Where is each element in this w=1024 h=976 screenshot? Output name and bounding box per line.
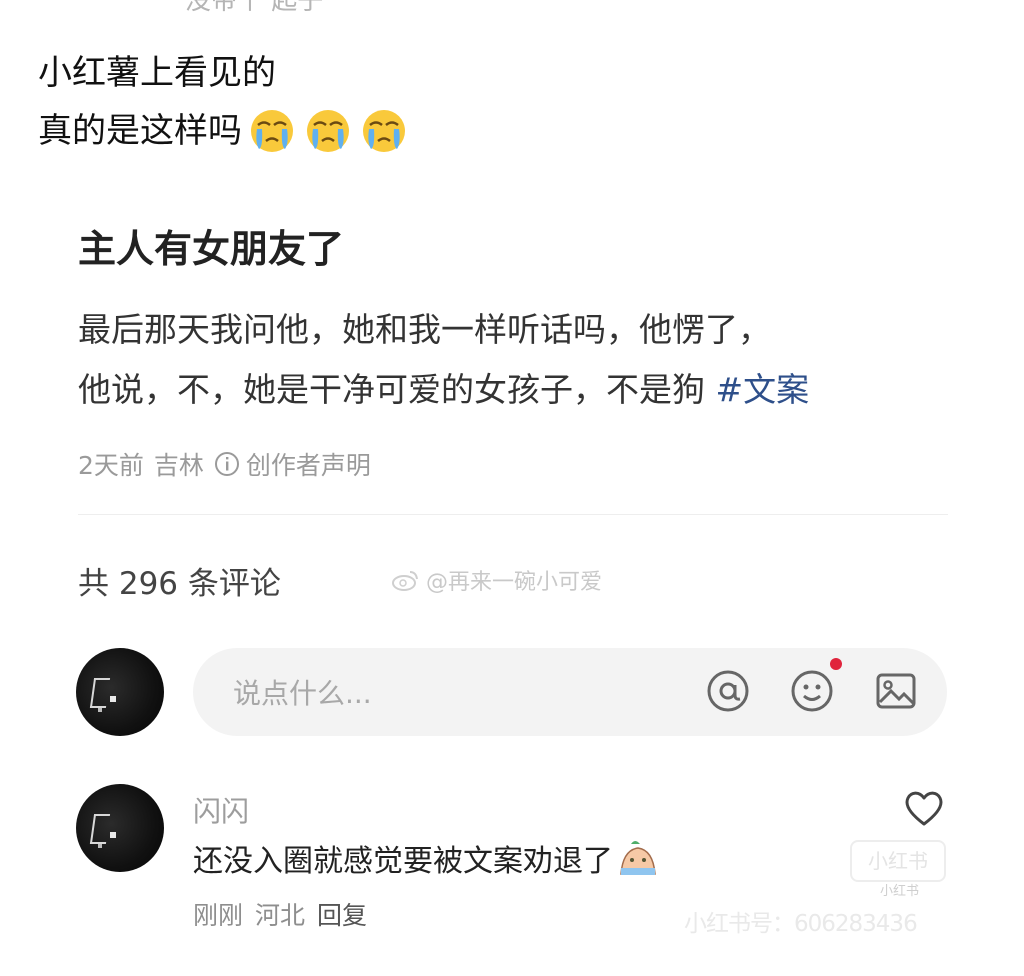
xiaohongshu-logo-watermark: 小红书: [850, 840, 946, 882]
crying-face-icon: [251, 110, 293, 152]
comment-input[interactable]: 说点什么...: [193, 648, 947, 736]
crying-face-icon: [307, 110, 349, 152]
like-heart-icon[interactable]: [902, 788, 946, 828]
comment-location: 河北: [255, 901, 306, 930]
info-icon: [214, 452, 239, 476]
crying-face-icon: [363, 110, 405, 152]
image-icon[interactable]: [873, 668, 919, 714]
note-meta: 2天前 吉林 创作者声明: [78, 446, 371, 482]
note-body: 最后那天我问他，她和我一样听话吗，他愣了， 他说，不，她是干净可爱的女孩子，不是…: [78, 300, 809, 420]
note-body-line-2: 他说，不，她是干净可爱的女孩子，不是狗 #文案: [78, 370, 810, 409]
comment-text: 还没入圈就感觉要被文案劝退了: [193, 836, 659, 880]
note-body-line-1: 最后那天我问他，她和我一样听话吗，他愣了，: [78, 310, 771, 349]
reply-button[interactable]: 回复: [317, 896, 367, 932]
creator-declaration-label: 创作者声明: [245, 451, 371, 480]
comment-time: 刚刚: [193, 901, 244, 930]
note-location: 吉林: [153, 451, 204, 480]
emoji-icon[interactable]: [789, 668, 835, 714]
comment-count: 共 296 条评论: [78, 566, 281, 602]
hashtag-link[interactable]: #文案: [716, 370, 810, 409]
weibo-watermark: @再来一碗小可爱: [392, 564, 602, 596]
commenter-username[interactable]: 闪闪: [193, 790, 249, 830]
caption-line-2: 真的是这样吗: [38, 111, 242, 151]
divider: [78, 514, 948, 515]
commenter-avatar[interactable]: [76, 784, 164, 872]
xiaohongshu-id-watermark: 小红书号：606283436: [684, 911, 918, 937]
comment-input-placeholder: 说点什么...: [233, 677, 372, 710]
crying-face-icon: [620, 841, 656, 875]
weibo-icon: [392, 571, 418, 591]
notification-dot: [830, 658, 842, 670]
cropped-header-text: 没带个 起子: [185, 0, 324, 16]
comment-meta: 刚刚 河北 回复: [193, 896, 367, 932]
xiaohongshu-small-watermark: 小红书: [880, 884, 920, 899]
note-time: 2天前: [78, 451, 144, 480]
mention-icon[interactable]: [705, 668, 751, 714]
caption-line-1: 小红薯上看见的: [38, 53, 276, 93]
current-user-avatar[interactable]: [76, 648, 164, 736]
post-caption: 小红薯上看见的 真的是这样吗: [38, 44, 408, 160]
weibo-watermark-text: @再来一碗小可爱: [426, 570, 603, 595]
creator-declaration[interactable]: 创作者声明: [214, 446, 371, 482]
note-title: 主人有女朋友了: [78, 227, 345, 271]
